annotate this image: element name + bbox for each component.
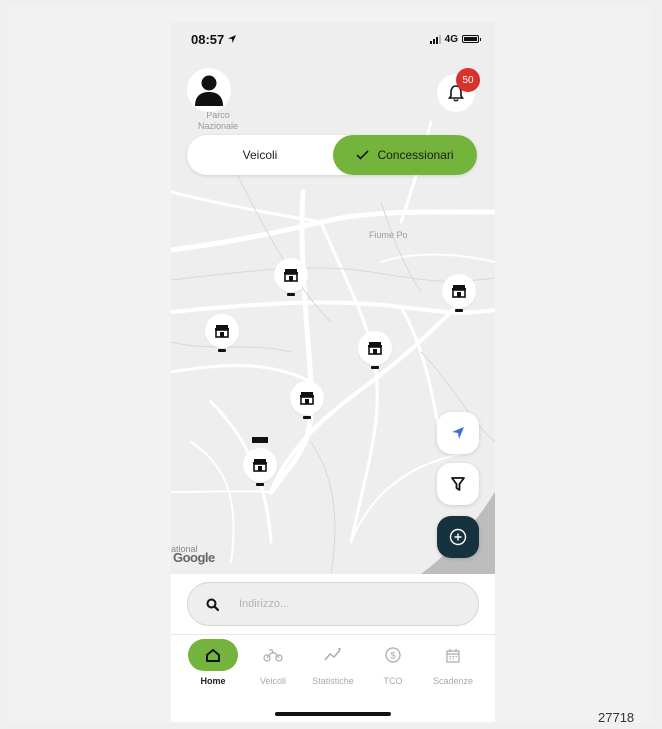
add-icon — [449, 528, 467, 546]
tab-home[interactable]: Home — [183, 638, 243, 694]
map-label-fiume-po: Fiume Po — [369, 230, 408, 240]
dealer-pin[interactable] — [274, 258, 308, 292]
battery-icon — [462, 35, 481, 43]
locate-button[interactable] — [437, 412, 479, 454]
toggle-veicoli[interactable]: Veicoli — [187, 135, 333, 175]
store-icon — [452, 285, 466, 298]
view-toggle: Veicoli Concessionari — [187, 135, 477, 175]
store-icon — [368, 342, 382, 355]
image-id-watermark: 27718 — [598, 710, 635, 725]
status-bar: 08:57 4G — [171, 22, 495, 56]
calendar-icon — [446, 648, 460, 663]
dollar-icon: $ — [385, 647, 401, 663]
divider — [171, 634, 495, 635]
dealer-pin-dash — [455, 309, 463, 312]
store-icon — [284, 269, 298, 282]
add-button[interactable] — [437, 516, 479, 558]
stats-icon — [324, 648, 341, 661]
tab-veicoli-label: Veicoli — [259, 676, 286, 686]
tab-statistiche[interactable]: Statistiche — [303, 638, 363, 694]
address-search[interactable]: Indirizzo... — [187, 582, 479, 626]
dealer-pin[interactable] — [243, 448, 277, 482]
map-label-parco: Parco Nazionale — [198, 110, 239, 131]
toggle-concessionari-label: Concessionari — [377, 148, 454, 162]
notification-badge: 50 — [456, 68, 480, 92]
dealer-pin-dash — [371, 366, 379, 369]
signal-icon — [429, 34, 441, 44]
tab-bar: Home Veicoli Statistiche $ TCO Scadenze — [171, 638, 495, 694]
svg-text:$: $ — [390, 651, 395, 661]
search-icon — [206, 598, 219, 611]
google-logo: Google — [173, 550, 215, 565]
store-icon-stacked — [252, 437, 268, 443]
home-indicator[interactable] — [275, 712, 391, 716]
filter-button[interactable] — [437, 463, 479, 505]
dealer-pin-dash — [218, 349, 226, 352]
home-icon — [206, 648, 220, 662]
user-icon — [195, 75, 223, 106]
tab-tco[interactable]: $ TCO — [363, 638, 423, 694]
dealer-pin[interactable] — [290, 381, 324, 415]
tab-scadenze[interactable]: Scadenze — [423, 638, 483, 694]
tab-scadenze-label: Scadenze — [432, 676, 474, 686]
tab-veicoli[interactable]: Veicoli — [243, 638, 303, 694]
dealer-pin-dash — [287, 293, 295, 296]
network-type: 4G — [444, 33, 458, 45]
dealer-pin[interactable] — [205, 314, 239, 348]
profile-avatar[interactable] — [187, 68, 231, 112]
toggle-concessionari[interactable]: Concessionari — [333, 135, 477, 175]
store-icon — [215, 325, 229, 338]
dealer-pin-dash — [303, 416, 311, 419]
check-icon — [356, 150, 370, 160]
status-time: 08:57 — [191, 31, 225, 47]
motorbike-icon — [263, 649, 283, 662]
store-icon — [253, 459, 267, 472]
location-arrow-icon — [228, 35, 237, 43]
dealer-pin-dash — [256, 483, 264, 486]
location-arrow-icon — [452, 427, 464, 439]
tab-statistiche-label: Statistiche — [312, 676, 354, 686]
dealer-pin[interactable] — [442, 274, 476, 308]
filter-icon — [451, 477, 465, 491]
phone-screen: Parco Nazionale Fiume Po ational Google — [171, 22, 495, 722]
store-icon — [300, 392, 314, 405]
tab-tco-label: TCO — [383, 676, 403, 686]
tab-home-label: Home — [200, 676, 226, 686]
dealer-pin[interactable] — [358, 331, 392, 365]
search-placeholder: Indirizzo... — [239, 598, 290, 610]
